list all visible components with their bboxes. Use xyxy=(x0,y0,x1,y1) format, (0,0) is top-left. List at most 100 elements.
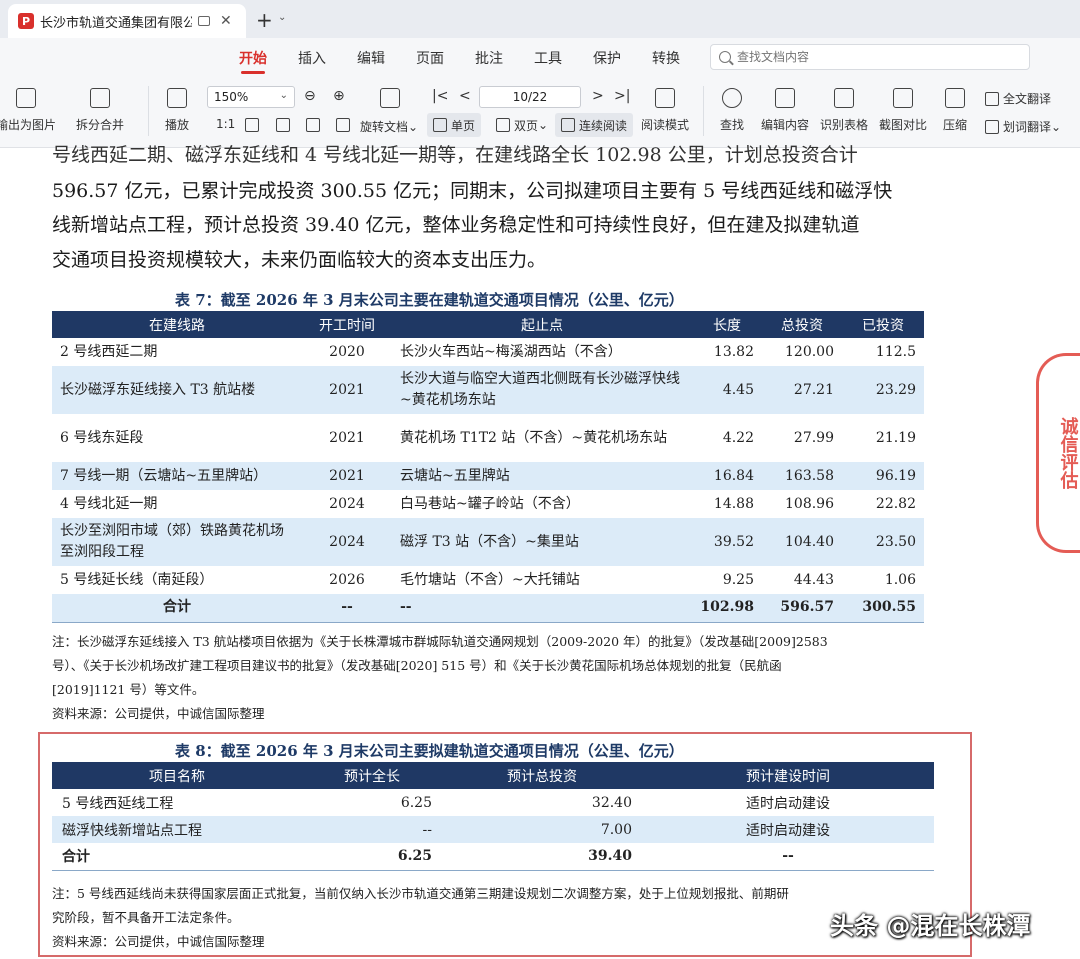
cell: 长沙磁浮东延线接入 T3 航站楼 xyxy=(52,366,302,414)
table-row: 长沙磁浮东延线接入 T3 航站楼 2021 长沙大道与临空大道西北侧既有长沙磁浮… xyxy=(52,366,924,414)
close-tab-icon[interactable]: ✕ xyxy=(220,13,232,29)
compress-button[interactable]: 压缩 xyxy=(943,88,967,133)
play-button[interactable]: 播放 xyxy=(165,88,189,133)
tab-edit[interactable]: 编辑 xyxy=(357,48,385,68)
tab-insert[interactable]: 插入 xyxy=(298,48,326,68)
tab-convert[interactable]: 转换 xyxy=(652,48,680,68)
screen-icon[interactable] xyxy=(198,16,210,26)
continuous-icon xyxy=(561,118,575,132)
watermark: 头条 @混在长株潭 xyxy=(830,912,1031,940)
cell: 2024 xyxy=(302,518,392,566)
split-merge-button[interactable]: 拆分合并 xyxy=(76,88,124,133)
search-input[interactable] xyxy=(737,50,1017,64)
table7-source: 资料来源：公司提供，中诚信国际整理 xyxy=(52,706,265,721)
cell: 102.98 xyxy=(692,594,762,623)
zoom-in-icon[interactable]: ⊕ xyxy=(333,88,345,104)
fit-page-icon[interactable] xyxy=(245,118,259,132)
cell: 32.40 xyxy=(591,794,632,811)
word-translate-icon xyxy=(985,119,999,134)
actual-size-button[interactable]: 1:1 xyxy=(216,117,235,131)
recognize-table-button[interactable]: 识别表格 xyxy=(820,88,868,133)
paragraph-line: 线新增站点工程，预计总投资 39.40 亿元，整体业务稳定性和可持续性良好，但在… xyxy=(52,214,860,236)
edit-content-button[interactable]: 编辑内容 xyxy=(761,88,809,133)
next-page-icon[interactable]: > xyxy=(592,88,604,104)
last-page-icon[interactable]: >| xyxy=(614,88,630,104)
rotate-right-icon[interactable] xyxy=(336,118,350,132)
edit-content-label: 编辑内容 xyxy=(761,118,810,132)
table7-note-line: 号）、《关于长沙机场改扩建工程项目建议书的批复》（发改基础[2020] 515 … xyxy=(52,658,782,673)
cell: 2020 xyxy=(329,343,365,360)
prev-page-icon[interactable]: < xyxy=(459,88,471,104)
column-header: 起止点 xyxy=(392,311,692,338)
table7-note-line: [2019]1121 号）等文件。 xyxy=(52,682,205,697)
image-export-icon xyxy=(16,88,36,108)
table7-note-line: 注：长沙磁浮东延线接入 T3 航站楼项目依据为《关于长株潭城市群城际轨道交通网规… xyxy=(52,634,828,649)
table8-source: 资料来源：公司提供，中诚信国际整理 xyxy=(52,934,265,949)
tab-home[interactable]: 开始 xyxy=(239,48,267,68)
single-page-button[interactable]: 单页 xyxy=(427,113,482,137)
cell: 6.25 xyxy=(302,843,442,871)
cell: 104.40 xyxy=(762,518,842,566)
first-page-icon[interactable]: |< xyxy=(432,88,448,104)
cell: 6.25 xyxy=(400,794,432,811)
table-scan-icon xyxy=(834,88,854,108)
play-icon xyxy=(167,88,187,108)
tab-protect[interactable]: 保护 xyxy=(593,48,621,68)
table-row: 磁浮快线新增站点工程 -- 7.00 适时启动建设 xyxy=(52,816,934,843)
new-tab-button[interactable]: + xyxy=(256,8,273,32)
search-box[interactable] xyxy=(710,44,1030,70)
cell: 22.82 xyxy=(875,495,916,512)
word-translate-button[interactable]: 划词翻译 ⌄ xyxy=(985,118,1061,135)
column-header: 项目名称 xyxy=(52,762,302,789)
cell: 300.55 xyxy=(842,594,924,623)
rotate-left-icon[interactable] xyxy=(306,118,320,132)
title-bar: P 长沙市轨道交通集团有限公司 ✕ + ⌄ xyxy=(0,0,1080,38)
pdf-app-icon: P xyxy=(18,13,34,29)
read-mode-button[interactable]: 阅读模式 xyxy=(641,88,689,133)
tab-tools[interactable]: 工具 xyxy=(534,48,562,68)
document-tab[interactable]: P 长沙市轨道交通集团有限公司 ✕ xyxy=(8,4,246,38)
cell: 2021 xyxy=(302,366,392,414)
rotate-doc-button[interactable]: 旋转文档 ⌄ xyxy=(360,118,418,135)
zoom-select[interactable]: 150% ⌄ xyxy=(207,86,295,108)
screenshot-compare-label: 截图对比 xyxy=(879,118,928,132)
cell: 4.45 xyxy=(692,366,762,414)
table-row: 5 号线延长线（南延段） 2026 毛竹塘站（不含）~大托铺站 9.25 44.… xyxy=(52,566,924,594)
cell: 96.19 xyxy=(842,462,924,490)
recognize-table-label: 识别表格 xyxy=(820,118,869,132)
compress-label: 压缩 xyxy=(943,118,968,132)
continuous-read-button[interactable]: 连续阅读 xyxy=(555,113,634,137)
cell: 5 号线西延线工程 xyxy=(62,795,174,812)
cell: 23.29 xyxy=(842,366,924,414)
full-translate-button[interactable]: 全文翻译 xyxy=(985,90,1051,107)
export-image-button[interactable]: 输出为图片 xyxy=(0,88,56,133)
paragraph-line: 号线西延二期、磁浮东延线和 4 号线北延一期等，在建线路全长 102.98 公里… xyxy=(52,144,858,166)
table-total-row: 合计 6.25 39.40 -- xyxy=(52,843,934,871)
cell: 14.88 xyxy=(713,495,754,512)
search-icon xyxy=(719,51,731,63)
page-number-input[interactable]: 10/22 xyxy=(479,86,581,108)
seal-stamp: 诚信评估 xyxy=(1036,353,1080,553)
table-total-row: 合计 -- -- 102.98 596.57 300.55 xyxy=(52,594,924,623)
zoom-out-icon[interactable]: ⊖ xyxy=(304,88,316,104)
tab-page[interactable]: 页面 xyxy=(416,48,444,68)
rotate-icon[interactable] xyxy=(380,88,400,108)
cell: 4.22 xyxy=(722,429,754,446)
find-button[interactable]: 查找 xyxy=(720,88,744,133)
find-label: 查找 xyxy=(720,118,745,132)
tab-annotate[interactable]: 批注 xyxy=(475,48,503,68)
cell: 适时启动建设 xyxy=(642,816,934,843)
cell: 7.00 xyxy=(442,816,642,843)
tab-list-dropdown-icon[interactable]: ⌄ xyxy=(278,12,286,23)
table8: 项目名称 预计全长 预计总投资 预计建设时间 5 号线西延线工程 6.25 32… xyxy=(52,762,934,871)
column-header: 开工时间 xyxy=(302,311,392,338)
cell: -- xyxy=(642,843,934,871)
table7: 在建线路 开工时间 起止点 长度 总投资 已投资 2 号线西延二期 2020 长… xyxy=(52,311,924,623)
screenshot-compare-button[interactable]: 截图对比 xyxy=(879,88,927,133)
double-page-button[interactable]: 双页 ⌄ xyxy=(490,113,554,137)
cell: 长沙火车西站~梅溪湖西站（不含） xyxy=(400,343,622,360)
column-header: 预计建设时间 xyxy=(642,762,934,789)
book-icon xyxy=(655,88,675,108)
continuous-label: 连续阅读 xyxy=(579,118,628,133)
fit-width-icon[interactable] xyxy=(276,118,290,132)
